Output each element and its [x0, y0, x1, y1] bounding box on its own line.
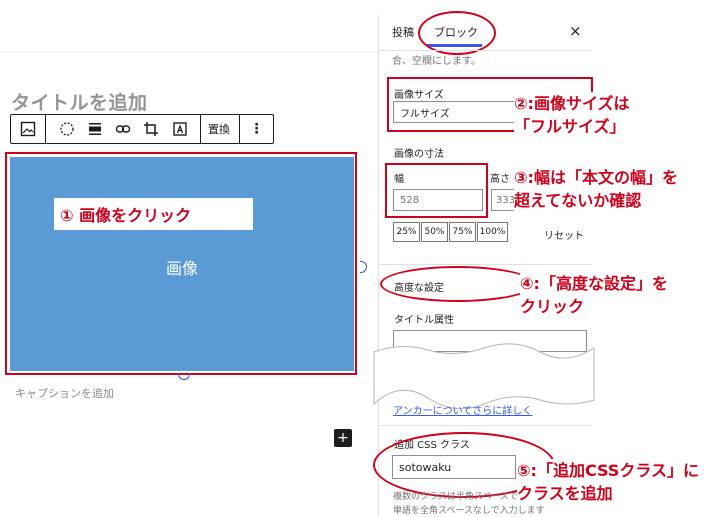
annotation-step5: ⑤:「追加CSSクラス」に クラスを追加 — [517, 459, 699, 505]
annotation-step3-line1: ③:幅は「本文の幅」を — [514, 168, 678, 187]
block-toolbar: 置換 ⋮ — [10, 114, 274, 144]
close-sidebar-button[interactable]: × — [569, 22, 582, 40]
text-overlay-button[interactable] — [167, 115, 193, 143]
annotation-step4-line1: ④:「高度な設定」を — [520, 274, 668, 293]
dimensions-label: 画像の寸法 — [394, 149, 444, 160]
anchor-help-link[interactable]: アンカーについてさらに詳しく — [393, 402, 532, 417]
replace-button[interactable]: 置換 — [201, 115, 237, 143]
annotation-step4-line2: クリック — [520, 297, 585, 316]
link-icon — [115, 125, 131, 133]
annotation-step5-line2: クラスを追加 — [517, 484, 613, 503]
reset-button[interactable]: リセット — [544, 227, 584, 242]
annotation-tab-circle — [418, 11, 496, 55]
style-button[interactable] — [55, 115, 79, 143]
align-button[interactable] — [83, 115, 107, 143]
resize-handle-right[interactable] — [360, 261, 367, 273]
image-icon — [20, 121, 36, 137]
annotation-step2-line1: ②:画像サイズは — [514, 94, 630, 113]
dashed-circle-icon — [60, 122, 74, 136]
link-button[interactable] — [111, 115, 135, 143]
title-attribute-label: タイトル属性 — [394, 315, 454, 326]
more-options-button[interactable]: ⋮ — [240, 115, 273, 143]
percent-25-button[interactable]: 25% — [393, 222, 420, 242]
height-value: 333 — [496, 194, 516, 206]
section-divider — [378, 264, 591, 265]
image-block-button[interactable] — [11, 115, 45, 143]
annotation-step3-line2: 超えてないか確認 — [514, 191, 642, 210]
top-divider — [0, 52, 378, 53]
annotation-click-image: ① 画像をクリック — [54, 198, 253, 230]
add-block-button[interactable]: + — [334, 429, 352, 447]
annotation-step3: ③:幅は「本文の幅」を 超えてないか確認 — [514, 166, 678, 212]
toolbar-separator — [45, 115, 46, 143]
image-placeholder-label: 画像 — [165, 259, 198, 278]
annotation-width-box — [385, 163, 488, 218]
crop-button[interactable] — [139, 115, 163, 143]
title-placeholder[interactable]: タイトルを追加 — [11, 88, 148, 115]
annotation-advanced-ellipse — [380, 266, 535, 302]
tab-post[interactable]: 投稿 — [392, 24, 414, 40]
annotation-step2: ②:画像サイズは 「フルサイズ」 — [514, 92, 630, 138]
percent-50-button[interactable]: 50% — [421, 222, 448, 242]
text-over-image-icon — [173, 122, 187, 136]
caption-placeholder[interactable]: キャプションを追加 — [15, 385, 114, 401]
annotation-step4: ④:「高度な設定」を クリック — [520, 272, 668, 318]
annotation-step2-line2: 「フルサイズ」 — [514, 117, 626, 136]
css-class-help-line1: 複数のクラスは半角スペースで — [393, 492, 518, 502]
align-full-icon — [89, 123, 101, 135]
percent-100-button[interactable]: 100% — [477, 222, 508, 242]
crop-icon — [144, 122, 158, 136]
truncated-help-text: 合、空欄にします。 — [392, 56, 481, 67]
percent-75-button[interactable]: 75% — [449, 222, 476, 242]
sidebar-header-divider — [378, 50, 591, 51]
section-divider — [378, 425, 591, 426]
annotation-step5-line1: ⑤:「追加CSSクラス」に — [517, 461, 699, 480]
height-label: 高さ — [490, 174, 510, 185]
resize-handle-bottom[interactable] — [178, 373, 190, 380]
